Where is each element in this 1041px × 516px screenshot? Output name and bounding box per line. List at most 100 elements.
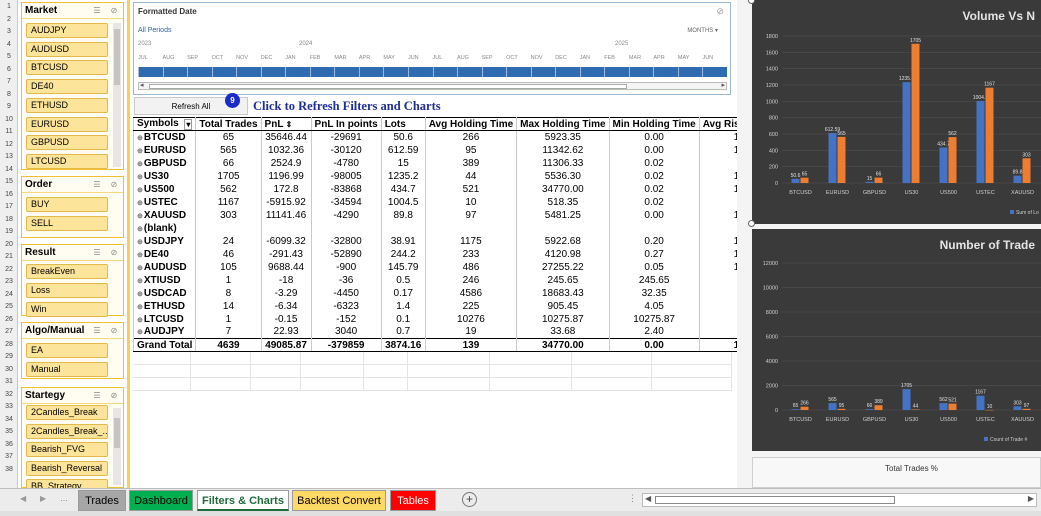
row-number[interactable]: 23 [0,278,18,285]
bar[interactable] [939,147,948,183]
timeline-month-tick[interactable] [579,67,581,77]
value-cell[interactable]: 4.05 [608,299,700,313]
pivot-header-cell[interactable]: Avg Holding Time [424,117,518,131]
value-cell[interactable]: 1032.36 [260,143,312,157]
horizontal-scrollbar[interactable]: ◀ ▶ [642,493,1037,507]
row-number[interactable]: 8 [0,91,18,98]
sheet-tab[interactable]: Filters & Charts [197,490,289,511]
multi-select-icon[interactable]: ☰ [92,180,102,189]
bar[interactable] [791,409,800,410]
value-cell[interactable]: 562 [195,182,262,196]
slicer-item[interactable]: 2Candles_Break [26,405,108,420]
value-cell[interactable]: 518.35 [516,195,610,209]
total-cell[interactable]: 34770.00 [516,338,610,352]
value-cell[interactable]: 0.1 [380,312,426,326]
value-cell[interactable]: 105 [195,260,262,274]
value-cell[interactable]: 1 [195,273,262,287]
timeline-month-tick[interactable] [407,67,409,77]
value-cell[interactable]: 612.59 [380,143,426,157]
value-cell[interactable]: 303 [195,208,262,222]
value-cell[interactable]: 2.40 [608,325,700,339]
timeline-month-tick[interactable] [358,67,360,77]
timeline-level-select[interactable]: MONTHS ▾ [687,27,718,34]
row-number[interactable]: 9 [0,103,18,110]
sheet-tab[interactable]: Backtest Convert [292,490,386,511]
scroll-left-icon[interactable]: ◂ [140,81,144,89]
total-cell[interactable]: 4639 [195,338,262,352]
value-cell[interactable]: -32800 [310,234,382,248]
scroll-thumb[interactable] [655,496,895,504]
value-cell[interactable]: 95 [424,143,518,157]
pivot-header-cell[interactable]: PnL ⇕ [260,117,312,131]
value-cell[interactable]: -152 [310,312,382,326]
value-cell[interactable]: 1167 [195,195,262,209]
bar[interactable] [976,100,985,183]
value-cell[interactable]: -5915.92 [260,195,312,209]
multi-select-icon[interactable]: ☰ [92,391,102,400]
value-cell[interactable]: -52890 [310,247,382,261]
value-cell[interactable]: 1 [195,312,262,326]
value-cell[interactable]: 11141.46 [260,208,312,222]
expand-icon[interactable]: ⊕ [137,200,143,207]
value-cell[interactable]: 905.45 [516,299,610,313]
bar[interactable] [865,181,874,183]
timeline-month-tick[interactable] [677,67,679,77]
row-number[interactable]: 22 [0,266,18,273]
row-number[interactable]: 24 [0,291,18,298]
timeline-month-tick[interactable] [457,67,459,77]
volume-chart[interactable]: Volume Vs N 0 200 400 600 800 1000 1200 1400 160… [752,0,1041,224]
expand-icon[interactable]: ⊕ [137,148,143,155]
row-number[interactable]: 28 [0,341,18,348]
multi-select-icon[interactable]: ☰ [92,6,102,15]
value-cell[interactable]: -83868 [310,182,382,196]
value-cell[interactable]: 145.79 [380,260,426,274]
expand-icon[interactable]: ⊕ [137,304,143,311]
symbol-cell[interactable]: ⊕(blank) [132,221,197,235]
sheet-tab[interactable]: Trades [78,490,126,511]
bar[interactable] [837,408,846,410]
value-cell[interactable]: -3.29 [260,286,312,300]
value-cell[interactable]: 38.91 [380,234,426,248]
symbol-cell[interactable]: ⊕BTCUSD [132,130,197,144]
timeline-month-tick[interactable] [383,67,385,77]
value-cell[interactable]: 1196.99 [260,169,312,183]
clear-filter-icon[interactable]: ⊘ [109,6,119,15]
value-cell[interactable]: 5536.30 [516,169,610,183]
bar[interactable] [902,389,911,410]
value-cell[interactable]: 8 [195,286,262,300]
symbol-cell[interactable]: ⊕GBPUSD [132,156,197,170]
sort-icon[interactable]: ⇕ [283,120,293,129]
slicer-item[interactable]: DE40 [26,79,108,95]
symbol-cell[interactable]: ⊕USTEC [132,195,197,209]
prev-sheet-icon[interactable]: ◀ [20,494,26,503]
symbol-cell[interactable]: ⊕AUDJPY [132,325,197,339]
value-cell[interactable]: 46 [195,247,262,261]
value-cell[interactable]: -6323 [310,299,382,313]
symbol-cell[interactable]: ⊕DE40 [132,247,197,261]
slicer-item[interactable]: SELL [26,216,108,231]
value-cell[interactable] [260,221,312,235]
value-cell[interactable]: 521 [424,182,518,196]
slicer-item[interactable]: AUDUSD [26,41,108,57]
pivot-header-cell[interactable]: Symbols ▾ [132,117,197,131]
slicer-scrollbar[interactable] [113,23,121,167]
value-cell[interactable]: 0.02 [608,195,700,209]
more-options-icon[interactable]: ⋮ [628,493,637,504]
row-number[interactable]: 35 [0,428,18,435]
bar[interactable] [985,87,994,183]
value-cell[interactable]: 11306.33 [516,156,610,170]
timeline-month-tick[interactable] [138,67,139,77]
value-cell[interactable]: 1.4 [380,299,426,313]
row-number[interactable]: 20 [0,241,18,248]
row-number[interactable]: 3 [0,28,18,35]
timeline-month-tick[interactable] [530,67,532,77]
multi-select-icon[interactable]: ☰ [92,248,102,257]
value-cell[interactable]: 5922.68 [516,234,610,248]
value-cell[interactable]: 10275.87 [516,312,610,326]
row-number[interactable]: 37 [0,453,18,460]
symbol-cell[interactable]: ⊕LTCUSD [132,312,197,326]
row-number[interactable]: 2 [0,16,18,23]
value-cell[interactable]: 0.00 [608,143,700,157]
slicer-item[interactable]: ETHUSD [26,97,108,113]
add-sheet-icon[interactable]: + [462,492,477,507]
